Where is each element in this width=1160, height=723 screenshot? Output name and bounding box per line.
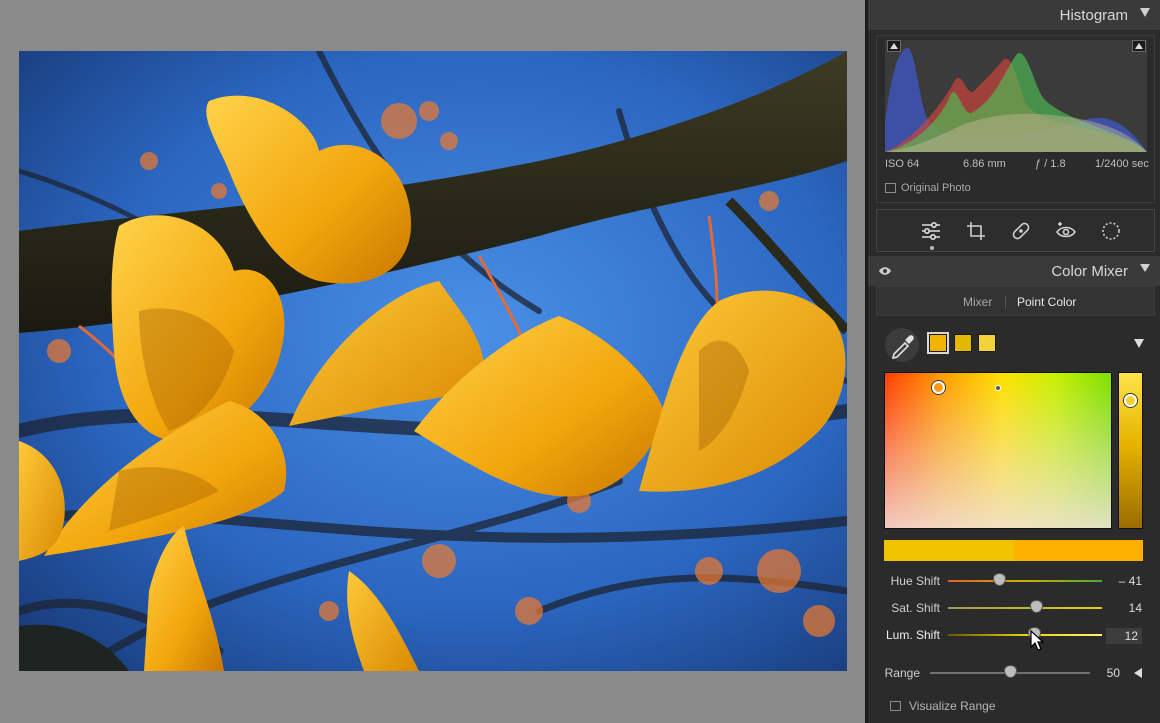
lum-shift-track[interactable] (948, 634, 1102, 636)
luminance-handle[interactable] (1124, 394, 1137, 407)
color-swatch-2[interactable] (954, 334, 972, 352)
highlight-clipping-icon[interactable] (1132, 40, 1146, 52)
healing-icon[interactable] (1009, 219, 1033, 243)
lum-shift-row: Lum. Shift 12 (884, 625, 1146, 645)
color-mixer-tabs: Mixer Point Color (876, 286, 1155, 316)
photo-canvas (0, 0, 865, 723)
eyedropper-icon (891, 335, 914, 360)
eye-icon[interactable] (878, 265, 892, 279)
panel-menu-icon[interactable] (1140, 264, 1150, 272)
swatch-dropdown-icon[interactable] (1134, 339, 1144, 348)
shifted-color-preview (1014, 540, 1143, 561)
eyedropper-button[interactable] (885, 328, 919, 362)
crop-icon[interactable] (964, 219, 988, 243)
tab-mixer[interactable]: Mixer (963, 295, 992, 309)
sat-shift-track[interactable] (948, 607, 1102, 609)
focal-length-value: 6.86 mm (963, 158, 1006, 170)
edit-sliders-icon[interactable] (919, 219, 943, 243)
masking-icon[interactable] (1099, 219, 1123, 243)
aperture-value: ƒ / 1.8 (1035, 158, 1066, 170)
hue-shift-label: Hue Shift (890, 574, 940, 588)
sat-shift-value[interactable]: 14 (1106, 601, 1142, 615)
original-photo-checkbox[interactable] (885, 183, 896, 193)
range-row: Range 50 (884, 663, 1146, 683)
hue-saturation-field[interactable] (884, 372, 1112, 529)
original-photo-toggle[interactable]: Original Photo (885, 182, 971, 194)
histogram-panel: ISO 64 6.86 mm ƒ / 1.8 1/2400 sec Origin… (876, 35, 1155, 203)
shifted-color-handle[interactable] (995, 385, 1001, 391)
hue-shift-row: Hue Shift – 41 (884, 571, 1146, 591)
lum-shift-label: Lum. Shift (885, 628, 940, 642)
active-tool-indicator (930, 246, 934, 250)
original-photo-label: Original Photo (901, 182, 971, 194)
mouse-cursor-icon (1030, 630, 1044, 651)
iso-value: ISO 64 (885, 158, 920, 170)
shutter-value: 1/2400 sec (1095, 158, 1149, 170)
range-reset-arrow-icon[interactable] (1134, 668, 1142, 678)
range-label: Range (884, 666, 920, 680)
hue-shift-track[interactable] (948, 580, 1102, 582)
visualize-range-checkbox[interactable] (890, 701, 901, 711)
histogram-graph (885, 40, 1147, 152)
sat-shift-row: Sat. Shift 14 (884, 598, 1146, 618)
sat-shift-label: Sat. Shift (891, 601, 940, 615)
collapse-triangle-icon[interactable] (1140, 8, 1150, 17)
tab-separator (1005, 296, 1006, 309)
redeye-icon[interactable] (1054, 219, 1078, 243)
histogram-header[interactable]: Histogram (868, 0, 1160, 30)
color-swatch-3[interactable] (978, 334, 996, 352)
color-compare-strip (884, 540, 1143, 561)
lum-shift-value[interactable]: 12 (1106, 628, 1142, 644)
luminance-bar[interactable] (1118, 372, 1143, 529)
sampled-color-handle[interactable] (932, 381, 945, 394)
histogram-title: Histogram (1059, 7, 1128, 24)
histogram-curves (885, 47, 1147, 152)
photo-illustration (19, 51, 847, 671)
photo-image[interactable] (19, 51, 847, 671)
hue-shift-value[interactable]: – 41 (1106, 574, 1142, 588)
shadow-clipping-icon[interactable] (887, 40, 901, 52)
color-mixer-header[interactable]: Color Mixer (868, 256, 1160, 286)
range-value[interactable]: 50 (1084, 666, 1120, 680)
color-swatch-1[interactable] (927, 332, 949, 354)
visualize-range-label: Visualize Range (909, 699, 996, 713)
visualize-range-toggle[interactable]: Visualize Range (890, 699, 996, 713)
tab-point-color[interactable]: Point Color (1017, 295, 1076, 309)
color-mixer-title: Color Mixer (1051, 263, 1128, 280)
original-color-preview (884, 540, 1014, 561)
tool-strip (876, 209, 1155, 252)
